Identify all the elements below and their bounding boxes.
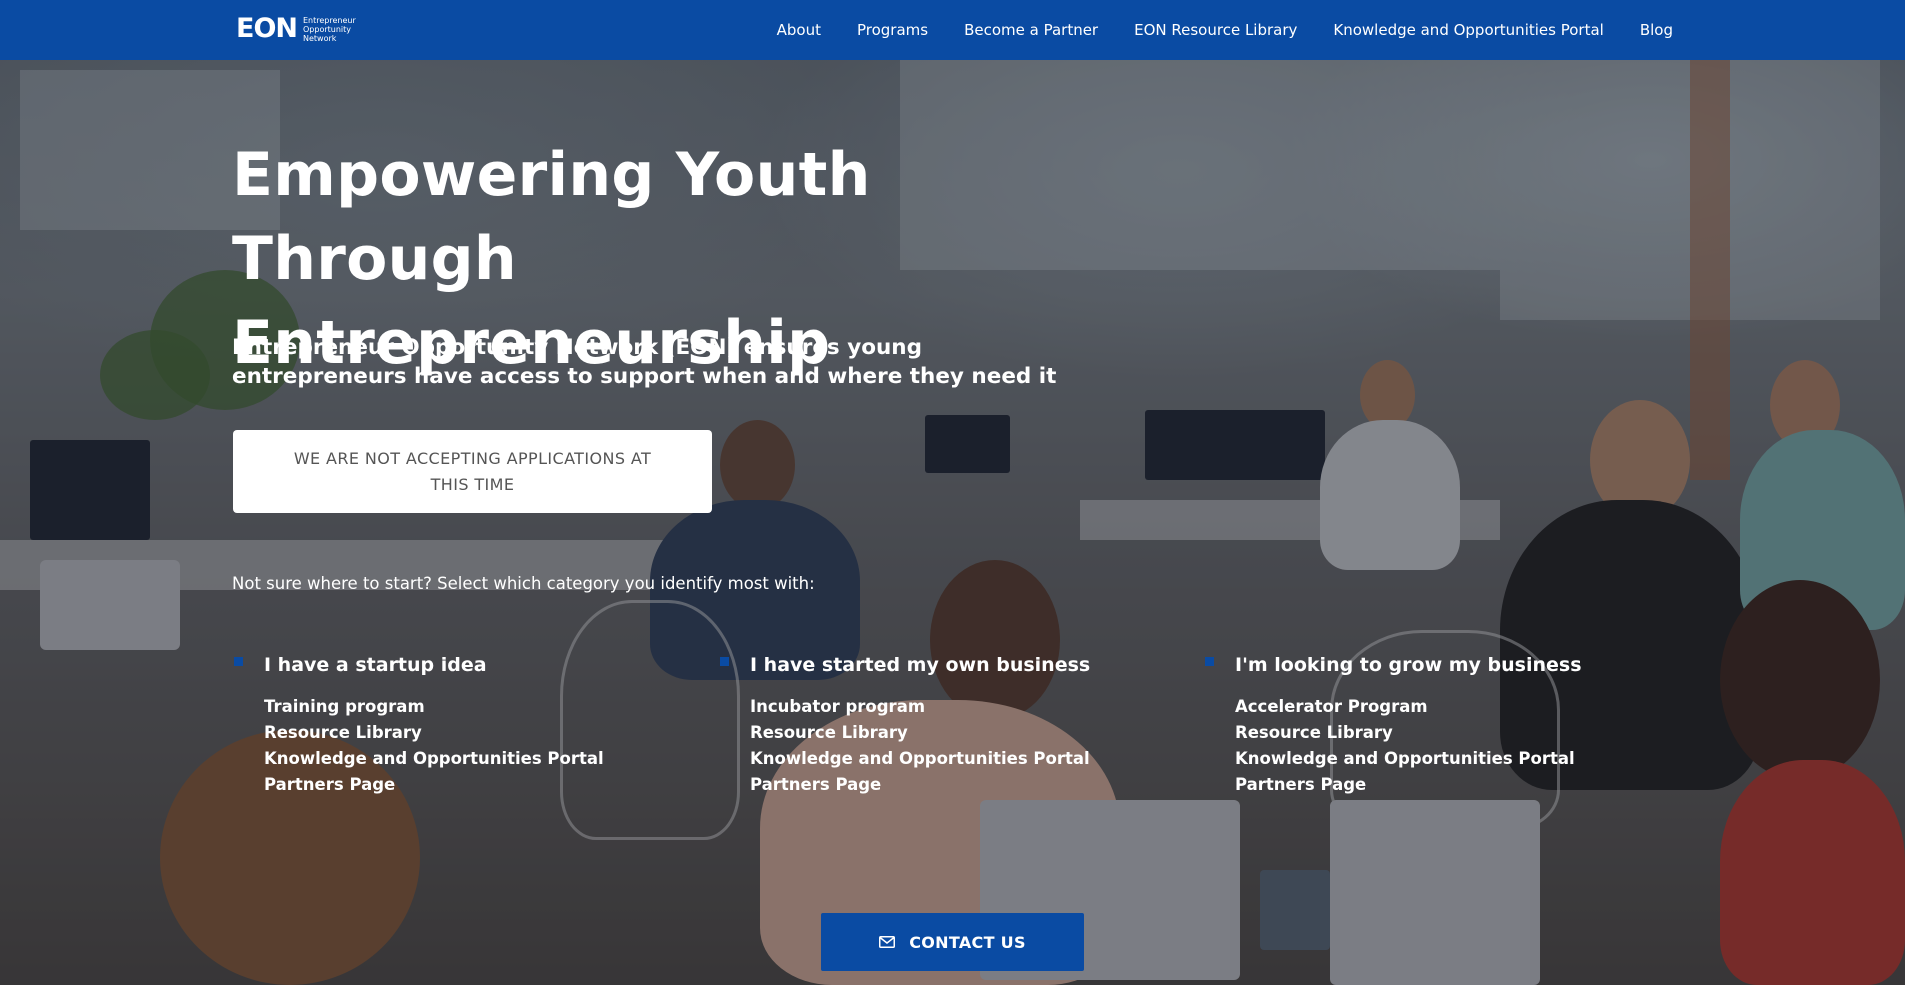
hero-subtitle: Entrepreneur Opportunity Network (EON) e… [232,335,1057,389]
envelope-icon [879,936,896,948]
square-bullet-icon [234,657,243,666]
square-bullet-icon [720,657,729,666]
link-incubator-program[interactable]: Incubator program [750,694,1138,720]
category-links: Training program Resource Library Knowle… [264,694,652,798]
logo-text: Entrepreneur Opportunity Network [303,16,356,43]
category-links: Incubator program Resource Library Knowl… [750,694,1138,798]
link-resource-library[interactable]: Resource Library [750,720,1138,746]
link-resource-library[interactable]: Resource Library [264,720,652,746]
link-accelerator-program[interactable]: Accelerator Program [1235,694,1623,720]
category-startup-idea: I have a startup idea Training program R… [232,652,652,798]
nav-about[interactable]: About [777,21,821,39]
link-partners-page[interactable]: Partners Page [1235,772,1623,798]
square-bullet-icon [1205,657,1214,666]
nav-blog[interactable]: Blog [1640,21,1673,39]
category-started-business: I have started my own business Incubator… [718,652,1138,798]
link-partners-page[interactable]: Partners Page [264,772,652,798]
link-knowledge-portal[interactable]: Knowledge and Opportunities Portal [750,746,1138,772]
logo-line: Network [303,33,337,43]
link-partners-page[interactable]: Partners Page [750,772,1138,798]
category-links: Accelerator Program Resource Library Kno… [1235,694,1623,798]
category-title: I have started my own business [750,654,1091,676]
hero-section: Empowering Youth Through Entrepreneurshi… [0,0,1905,985]
category-prompt: Not sure where to start? Select which ca… [232,574,815,593]
eon-logo[interactable]: EON Entrepreneur Opportunity Network [236,14,356,44]
contact-us-button[interactable]: CONTACT US [821,913,1084,971]
nav-become-a-partner[interactable]: Become a Partner [964,21,1098,39]
main-nav: About Programs Become a Partner EON Reso… [741,0,1673,60]
applications-closed-button[interactable]: WE ARE NOT ACCEPTING APPLICATIONS AT THI… [233,430,712,513]
contact-us-label: CONTACT US [909,932,1026,952]
logo-line: Opportunity [303,24,352,34]
link-knowledge-portal[interactable]: Knowledge and Opportunities Portal [1235,746,1623,772]
nav-knowledge-portal[interactable]: Knowledge and Opportunities Portal [1333,21,1603,39]
hero-title-line: Empowering Youth [232,140,871,210]
logo-line: Entrepreneur [303,15,356,25]
link-resource-library[interactable]: Resource Library [1235,720,1623,746]
nav-resource-library[interactable]: EON Resource Library [1134,21,1297,39]
logo-mark: EON [236,13,298,44]
nav-programs[interactable]: Programs [857,21,928,39]
category-grow-business: I'm looking to grow my business Accelera… [1203,652,1623,798]
site-header: EON Entrepreneur Opportunity Network Abo… [0,0,1905,60]
link-knowledge-portal[interactable]: Knowledge and Opportunities Portal [264,746,652,772]
category-title: I'm looking to grow my business [1235,654,1582,676]
category-title: I have a startup idea [264,654,487,676]
link-training-program[interactable]: Training program [264,694,652,720]
